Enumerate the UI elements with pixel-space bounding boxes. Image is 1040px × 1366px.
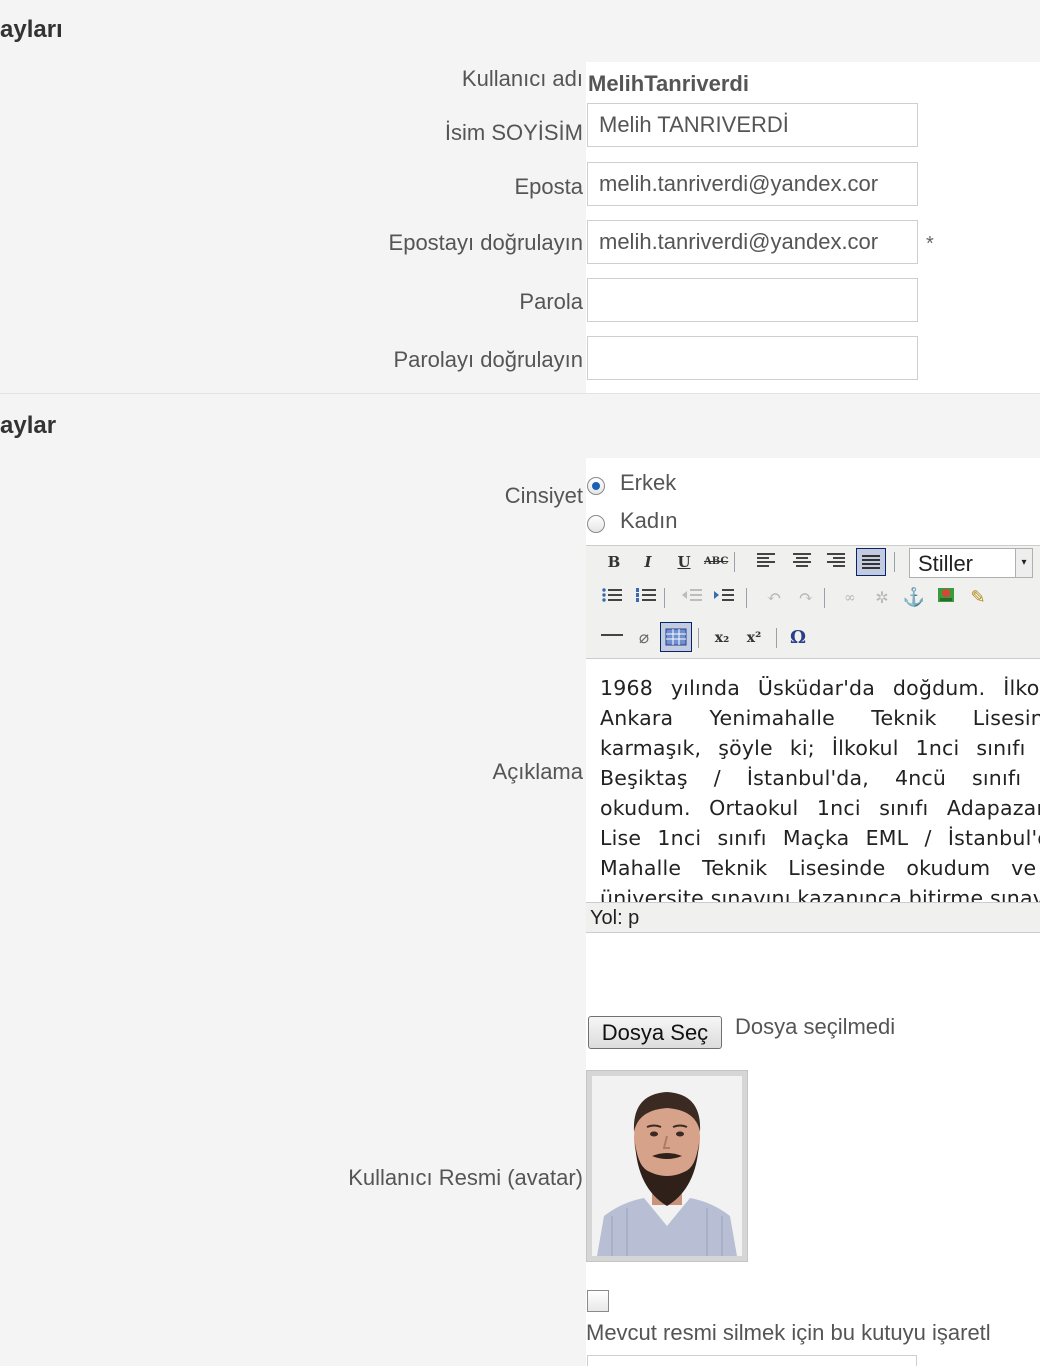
delete-avatar-checkbox[interactable] xyxy=(587,1290,609,1312)
password-confirm-input[interactable] xyxy=(587,336,918,380)
row-gender: Cinsiyet xyxy=(0,458,1040,543)
editor-toolbar: B I U ABC Stiller ▾ ↶ ↷ ∞ ✲ ⚓ ✎ ⌀ x₂ x² … xyxy=(586,545,1040,658)
gender-label-erkek: Erkek xyxy=(620,470,677,495)
password-input[interactable] xyxy=(587,278,918,322)
gender-radio-kadin[interactable] xyxy=(587,515,605,533)
label-gender: Cinsiyet xyxy=(504,483,583,508)
next-input[interactable] xyxy=(587,1355,917,1366)
superscript-button[interactable]: x² xyxy=(742,626,766,650)
numbered-list-icon[interactable] xyxy=(634,586,658,610)
choose-file-button[interactable]: Dosya Seç xyxy=(588,1016,722,1049)
redo-icon[interactable]: ↷ xyxy=(794,586,818,610)
strikethrough-button[interactable]: ABC xyxy=(704,550,728,574)
table-icon[interactable] xyxy=(660,622,692,652)
underline-button[interactable]: U xyxy=(672,550,696,574)
email-confirm-input[interactable] xyxy=(587,220,918,264)
outdent-icon[interactable] xyxy=(680,586,704,610)
align-center-icon[interactable] xyxy=(790,550,814,574)
eraser-icon[interactable]: ⌀ xyxy=(632,626,656,650)
row-username: Kullanıcı adı MelihTanriverdi xyxy=(0,62,1040,104)
styles-select-value: Stiller xyxy=(918,551,974,576)
label-username: Kullanıcı adı xyxy=(461,66,583,91)
align-right-icon[interactable] xyxy=(824,550,848,574)
bold-button[interactable]: B xyxy=(602,550,626,574)
align-left-icon[interactable] xyxy=(754,550,778,574)
toolbar-row-3: ⌀ x₂ x² Ω xyxy=(586,622,1040,654)
email-input[interactable] xyxy=(587,162,918,206)
label-avatar: Kullanıcı Resmi (avatar) xyxy=(348,1165,583,1190)
section-title-account: ayları xyxy=(0,16,63,43)
editor-status-path: Yol: p xyxy=(586,902,1040,933)
toolbar-row-2: ↶ ↷ ∞ ✲ ⚓ ✎ xyxy=(586,582,1040,614)
horizontal-rule-icon[interactable] xyxy=(600,626,624,650)
gender-radio-erkek[interactable] xyxy=(587,477,605,495)
italic-button[interactable]: I xyxy=(636,550,660,574)
styles-select[interactable]: Stiller ▾ xyxy=(909,548,1033,578)
delete-avatar-label: Mevcut resmi silmek için bu kutuyu işare… xyxy=(586,1320,991,1345)
description-text: 1968 yılında Üsküdar'da doğdum. İlkokul … xyxy=(600,676,1040,902)
align-justify-icon[interactable] xyxy=(856,548,886,576)
row-avatar: Kullanıcı Resmi (avatar) xyxy=(0,1010,1040,1356)
image-icon[interactable] xyxy=(934,586,958,610)
unlink-icon[interactable]: ✲ xyxy=(870,586,894,610)
link-icon[interactable]: ∞ xyxy=(838,586,862,610)
editor-content[interactable]: 1968 yılında Üsküdar'da doğdum. İlkokul … xyxy=(586,658,1040,902)
label-password: Parola xyxy=(519,289,583,314)
indent-icon[interactable] xyxy=(712,586,736,610)
label-name: İsim SOYİSİM xyxy=(444,120,583,145)
chevron-down-icon: ▾ xyxy=(1015,549,1032,577)
required-mark: * xyxy=(926,233,934,255)
special-char-button[interactable]: Ω xyxy=(786,626,810,650)
section-title-settings: aylar xyxy=(0,412,57,439)
subscript-button[interactable]: x₂ xyxy=(710,626,734,650)
bullet-list-icon[interactable] xyxy=(600,586,624,610)
label-email-confirm: Epostayı doğrulayın xyxy=(388,230,583,255)
file-status: Dosya seçilmedi xyxy=(735,1014,896,1039)
gender-label-kadin: Kadın xyxy=(620,508,678,533)
undo-icon[interactable]: ↶ xyxy=(762,586,786,610)
label-description: Açıklama xyxy=(492,759,583,784)
name-input[interactable] xyxy=(587,103,918,147)
toolbar-row-1: B I U ABC Stiller ▾ xyxy=(586,546,1040,578)
anchor-icon[interactable]: ⚓ xyxy=(902,586,926,610)
cleanup-icon[interactable]: ✎ xyxy=(966,586,990,610)
label-password-confirm: Parolayı doğrulayın xyxy=(393,347,583,372)
label-email: Eposta xyxy=(514,174,584,199)
username-value: MelihTanriverdi xyxy=(588,71,749,96)
avatar-image xyxy=(586,1070,748,1262)
